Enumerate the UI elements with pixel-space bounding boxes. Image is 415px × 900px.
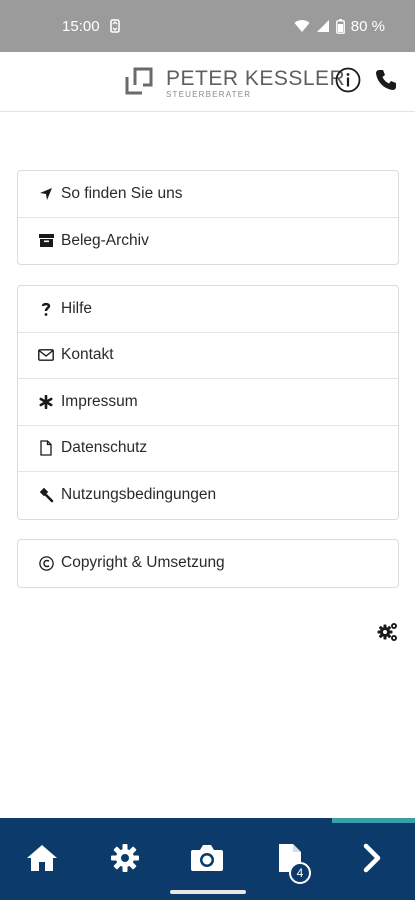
documents-count-badge: 4 bbox=[289, 862, 311, 884]
asterisk-icon bbox=[38, 394, 54, 410]
cogs-icon bbox=[377, 623, 399, 647]
info-button[interactable] bbox=[334, 67, 362, 98]
menu-item-copyright[interactable]: Copyright & Umsetzung bbox=[18, 540, 398, 587]
document-icon bbox=[38, 440, 54, 456]
settings-gear-icon bbox=[109, 842, 141, 879]
battery-level: 80 % bbox=[350, 17, 385, 35]
nav-home-button[interactable] bbox=[24, 842, 60, 878]
status-time: 15:00 bbox=[62, 17, 100, 35]
menu-item-datenschutz[interactable]: Datenschutz bbox=[18, 426, 398, 472]
nav-camera-button[interactable] bbox=[189, 842, 225, 878]
camera-icon bbox=[189, 843, 225, 878]
envelope-icon bbox=[38, 347, 54, 363]
app-header: PETER KESSLER STEUERBERATER bbox=[0, 52, 415, 112]
menu-item-kontakt[interactable]: Kontakt bbox=[18, 333, 398, 379]
status-bar: 15:00 80 % bbox=[0, 0, 415, 52]
logo-subtitle: STEUERBERATER bbox=[166, 90, 252, 99]
menu-item-label: Hilfe bbox=[61, 299, 93, 317]
menu-item-impressum[interactable]: Impressum bbox=[18, 379, 398, 426]
advanced-settings-button[interactable] bbox=[377, 621, 399, 643]
menu-item-hilfe[interactable]: Hilfe bbox=[18, 286, 398, 333]
nav-next-button[interactable] bbox=[354, 842, 390, 878]
menu-group-1: So finden Sie uns Beleg-Archiv bbox=[17, 170, 399, 265]
menu-group-2: Hilfe Kontakt Impressum Datenschutz Nutz… bbox=[17, 285, 399, 520]
logo-mark-icon bbox=[124, 66, 154, 101]
menu-item-label: Nutzungsbedingungen bbox=[61, 486, 217, 504]
copyright-icon bbox=[38, 555, 54, 571]
phone-button[interactable] bbox=[372, 68, 400, 96]
wifi-icon bbox=[294, 19, 310, 33]
menu-group-3: Copyright & Umsetzung bbox=[17, 539, 399, 588]
logo-name: PETER KESSLER bbox=[166, 67, 346, 90]
gavel-icon bbox=[38, 487, 54, 503]
menu-item-label: So finden Sie uns bbox=[61, 184, 183, 202]
menu-item-label: Beleg-Archiv bbox=[61, 231, 149, 249]
question-icon bbox=[38, 301, 54, 317]
archive-box-icon bbox=[38, 233, 54, 249]
next-chevron-icon bbox=[361, 843, 383, 878]
gesture-handle[interactable] bbox=[170, 890, 246, 894]
menu-item-label: Datenschutz bbox=[61, 439, 148, 457]
active-indicator bbox=[332, 818, 415, 823]
menu-item-label: Copyright & Umsetzung bbox=[61, 554, 225, 572]
menu-item-beleg-archiv[interactable]: Beleg-Archiv bbox=[18, 218, 398, 265]
menu-item-nutzungsbedingungen[interactable]: Nutzungsbedingungen bbox=[18, 472, 398, 519]
bottom-navigation bbox=[0, 818, 415, 900]
logo[interactable]: PETER KESSLER STEUERBERATER bbox=[124, 66, 345, 101]
info-icon bbox=[335, 67, 361, 98]
phone-icon bbox=[374, 68, 398, 97]
screen: 15:00 80 % PETER KESSLER STEUERBERATER S… bbox=[0, 0, 415, 900]
menu-item-label: Impressum bbox=[61, 392, 138, 410]
signal-icon bbox=[316, 19, 330, 33]
sync-icon bbox=[109, 19, 120, 33]
home-icon bbox=[25, 843, 59, 878]
menu-item-label: Kontakt bbox=[61, 346, 114, 364]
battery-icon bbox=[335, 18, 345, 34]
menu-item-so-finden-sie-uns[interactable]: So finden Sie uns bbox=[18, 171, 398, 218]
nav-settings-button[interactable] bbox=[107, 842, 143, 878]
location-arrow-icon bbox=[38, 186, 54, 202]
